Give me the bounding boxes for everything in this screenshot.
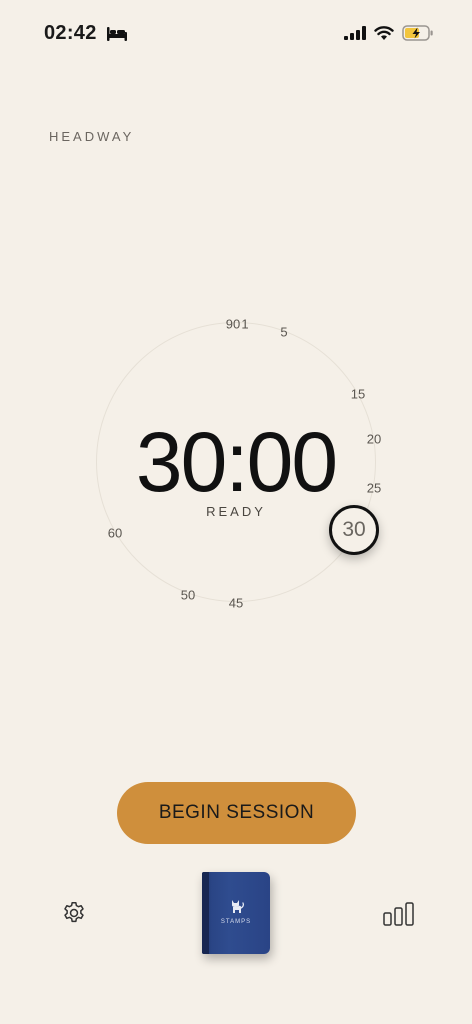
battery-charging-icon <box>402 25 434 46</box>
book-spine <box>202 872 209 954</box>
settings-gear-icon[interactable] <box>61 900 87 926</box>
signal-icon <box>344 26 366 45</box>
stats-bars-icon[interactable] <box>383 901 415 927</box>
dial-label-60: 60 <box>107 525 123 541</box>
dial-label-1: 1 <box>241 316 249 332</box>
dial-label-50: 50 <box>180 587 196 603</box>
bed-icon <box>106 27 128 46</box>
dial-label-45: 45 <box>228 595 244 611</box>
app-brand: HEADWAY <box>49 129 135 144</box>
status-bar: 02:42 <box>0 0 472 70</box>
stamps-label: STAMPS <box>220 919 252 925</box>
dial-label-90: 90 <box>225 316 241 332</box>
dial-knob[interactable]: 30 <box>329 505 379 555</box>
begin-session-button[interactable]: BEGIN SESSION <box>117 782 356 844</box>
timer-display: 30:00 <box>135 415 338 509</box>
stamps-book-button[interactable]: STAMPS <box>202 872 270 954</box>
dial-label-15: 15 <box>350 386 366 402</box>
timer-state: READY <box>206 504 266 519</box>
cat-icon <box>229 898 245 919</box>
dial-label-5: 5 <box>280 324 288 340</box>
wifi-icon <box>374 25 394 46</box>
status-time: 02:42 <box>44 22 97 44</box>
